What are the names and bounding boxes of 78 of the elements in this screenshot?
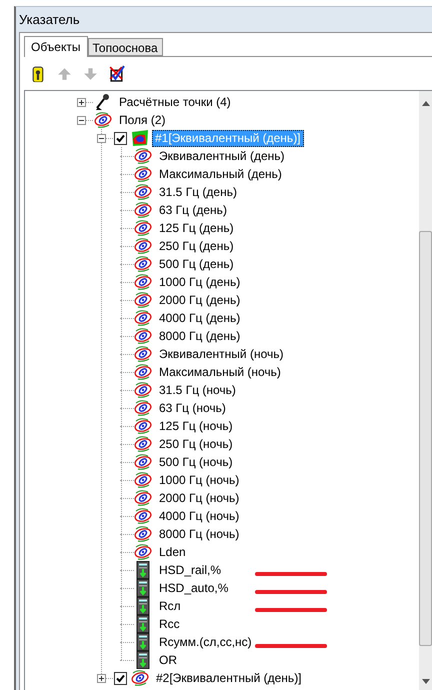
ellipse-icon [134, 417, 152, 435]
calculator-icon [134, 615, 152, 633]
ellipse-icon [134, 273, 152, 291]
ellipse-icon [134, 219, 152, 237]
ellipse-icon [134, 255, 152, 273]
tree-item[interactable]: Максимальный (ночь) [156, 364, 284, 380]
ellipse-icon [134, 381, 152, 399]
ellipse-icon [134, 543, 152, 561]
ellipse-icon [134, 327, 152, 345]
map-blob-icon [131, 129, 149, 147]
window-title: Указатель [19, 10, 80, 29]
ellipse-icon [134, 363, 152, 381]
tree-item[interactable]: 4000 Гц (ночь) [156, 508, 242, 524]
tree-item[interactable]: Максимальный (день) [156, 166, 285, 182]
ellipse-icon [134, 165, 152, 183]
tab[interactable]: Объекты [24, 36, 88, 57]
calculator-icon [134, 579, 152, 597]
calculator-icon [134, 561, 152, 579]
tree-item[interactable]: 250 Гц (день) [156, 238, 237, 254]
tree-item[interactable]: Эквивалентный (день) [156, 148, 288, 164]
collapse-button[interactable] [97, 134, 106, 142]
tree-item[interactable]: Поля (2) [116, 112, 169, 128]
ellipse-icon [134, 345, 152, 363]
tree-item[interactable]: 31.5 Гц (день) [156, 184, 240, 200]
tree-item[interactable]: 2000 Гц (день) [156, 292, 244, 308]
tree-item[interactable]: 8000 Гц (ночь) [156, 526, 242, 542]
expand-button[interactable] [97, 674, 106, 682]
ellipse-icon [134, 471, 152, 489]
collapse-button[interactable] [77, 116, 86, 124]
tree-item[interactable]: Эквивалентный (ночь) [156, 346, 286, 362]
scroll-down-icon[interactable] [422, 679, 430, 684]
ellipse-icon [134, 237, 152, 255]
calculator-icon [134, 597, 152, 615]
tree-item[interactable]: 8000 Гц (день) [156, 328, 244, 344]
tree-item[interactable]: Rсл [156, 598, 184, 614]
tree-item[interactable]: 500 Гц (ночь) [156, 454, 236, 470]
expand-button[interactable] [77, 98, 86, 106]
ellipse-icon [134, 183, 152, 201]
ellipse-icon [134, 435, 152, 453]
tree-item[interactable]: 1000 Гц (день) [156, 274, 244, 290]
tree-item[interactable]: 63 Гц (день) [156, 202, 230, 218]
tree-item[interactable]: HSD_rail,% [156, 562, 224, 578]
ellipse-icon [134, 147, 152, 165]
tree-item[interactable]: 2000 Гц (ночь) [156, 490, 242, 506]
tree-item[interactable]: 250 Гц (ночь) [156, 436, 236, 452]
calculator-icon [134, 651, 152, 669]
scroll-up-icon[interactable] [422, 101, 430, 106]
pin-icon [94, 93, 112, 111]
tree-item[interactable]: OR [156, 652, 180, 668]
tree-item[interactable]: 125 Гц (день) [156, 220, 237, 236]
ellipse-icon [134, 309, 152, 327]
tree-item[interactable]: Lden [156, 544, 189, 560]
ellipse-icon [131, 669, 149, 687]
tree-item[interactable]: 63 Гц (ночь) [156, 400, 229, 416]
calculator-icon [134, 633, 152, 651]
tree-item[interactable]: 125 Гц (ночь) [156, 418, 236, 434]
tree-item[interactable]: HSD_auto,% [156, 580, 232, 596]
ellipse-icon [134, 201, 152, 219]
checkbox[interactable] [114, 672, 127, 684]
ellipse-icon [134, 291, 152, 309]
tree-item[interactable]: Rсс [156, 616, 183, 632]
checkbox[interactable] [114, 132, 127, 144]
tree-item[interactable]: Расчётные точки (4) [116, 94, 234, 110]
tree-item[interactable]: 31.5 Гц (ночь) [156, 382, 239, 398]
scrollbar-thumb[interactable] [419, 231, 432, 646]
tree-item[interactable]: #2[Эквивалентный (день)] [153, 670, 305, 686]
ellipse-icon [134, 489, 152, 507]
ellipse-icon [134, 399, 152, 417]
ellipse-icon [134, 453, 152, 471]
ellipse-icon [134, 525, 152, 543]
tab[interactable]: Топооснова [88, 38, 163, 56]
tree-item[interactable]: Rсумм.(сл,сс,нс) [156, 634, 255, 650]
tree-item[interactable]: 500 Гц (день) [156, 256, 237, 272]
tree-item[interactable]: 1000 Гц (ночь) [156, 472, 242, 488]
ellipse-icon [94, 111, 112, 129]
ellipse-icon [134, 507, 152, 525]
tree-item[interactable]: 4000 Гц (день) [156, 310, 244, 326]
checkbox-icon[interactable] [108, 65, 125, 82]
